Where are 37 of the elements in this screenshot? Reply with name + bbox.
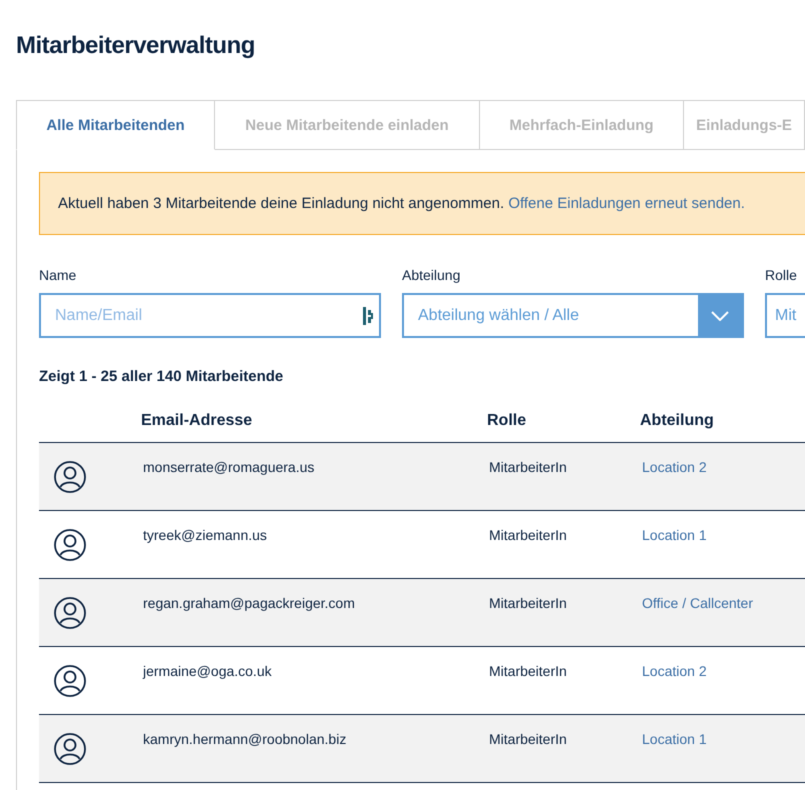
role-cell-text: MitarbeiterIn — [489, 458, 568, 477]
filter-label: Abteilung — [402, 267, 462, 283]
filter-label: Name — [39, 267, 78, 283]
role-cell-text: MitarbeiterIn — [489, 662, 568, 681]
user-icon — [54, 460, 86, 492]
chevron-down-icon — [711, 310, 729, 320]
role-cell-text: MitarbeiterIn — [489, 594, 568, 613]
select-field[interactable]: Mit — [765, 293, 805, 338]
dots-icon — [363, 306, 373, 324]
email-cell-text: monserrate@romaguera.us — [143, 458, 316, 477]
column-header: Abteilung — [640, 412, 715, 430]
department-link[interactable]: Office / Callcenter — [642, 579, 805, 646]
filter-label: Rolle — [765, 267, 798, 283]
search-field[interactable]: Name/Email — [39, 293, 381, 338]
email-cell-text: regan.graham@pagackreiger.com — [143, 594, 356, 613]
email-cell-text: tyreek@ziemann.us — [143, 526, 268, 545]
dropdown-button[interactable] — [698, 295, 742, 336]
result-count: Zeigt 1 - 25 aller 140 Mitarbeitende — [39, 368, 284, 385]
column-header: Email-Adresse — [141, 412, 254, 430]
tab[interactable]: Alle Mitarbeitenden — [16, 100, 215, 150]
department-link[interactable]: Location 1 — [642, 511, 805, 578]
column-header: Rolle — [487, 412, 528, 430]
notice-text: Aktuell haben 3 Mitarbeitende deine Einladung nicht angenommen. — [58, 195, 504, 212]
page-title: Mitarbeiterverwaltung — [16, 32, 256, 60]
user-icon — [54, 732, 86, 764]
role-cell-text: MitarbeiterIn — [489, 526, 568, 545]
user-icon — [54, 596, 86, 628]
email-cell-text: kamryn.hermann@roobnolan.biz — [143, 730, 348, 749]
resend-link[interactable]: Offene Einladungen erneut senden. — [508, 195, 745, 212]
role-cell-text: MitarbeiterIn — [489, 730, 568, 749]
department-link[interactable]: Location 1 — [642, 715, 805, 782]
select-field[interactable]: Abteilung wählen / Alle — [402, 293, 744, 338]
email-cell-text: jermaine@oga.co.uk — [143, 662, 273, 681]
user-icon — [54, 528, 86, 560]
user-icon — [54, 664, 86, 696]
department-link[interactable]: Location 2 — [642, 647, 805, 714]
department-link[interactable]: Location 2 — [642, 443, 805, 510]
